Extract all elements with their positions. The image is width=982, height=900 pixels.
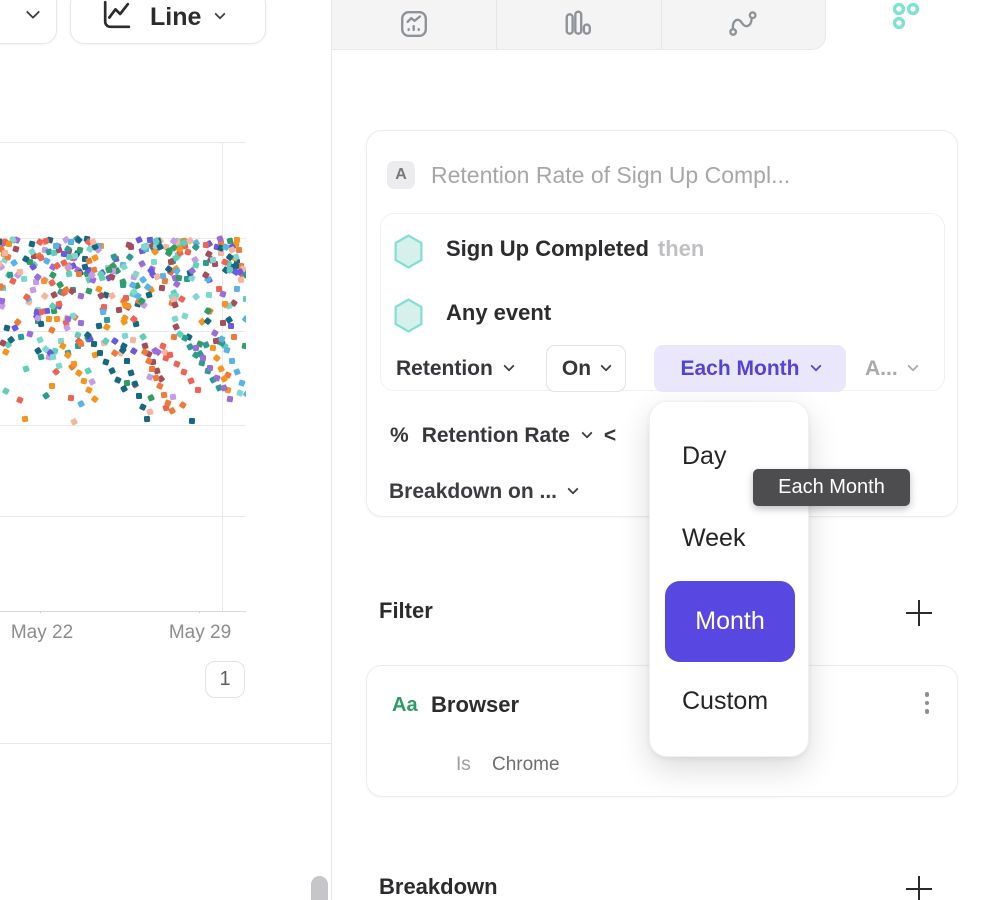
bar-chart-icon — [563, 9, 593, 39]
tab-insights-chart[interactable] — [399, 9, 429, 39]
filter-property-name: Browser — [431, 692, 519, 718]
filter-menu-button[interactable] — [921, 692, 933, 714]
query-builder-panel: A Retention Rate of Sign Up Compl... Sig… — [331, 0, 982, 900]
series-badge: A — [387, 161, 415, 189]
period-label: Each Month — [681, 357, 800, 381]
on-label: On — [562, 357, 591, 381]
retention-label: Retention — [396, 357, 493, 381]
event-name: Any event — [446, 300, 551, 325]
pagination-badge[interactable]: 1 — [205, 661, 245, 698]
filter-section-heading: Filter — [379, 598, 433, 624]
truncated-label: A... — [865, 357, 898, 381]
filter-value[interactable]: Chrome — [492, 754, 560, 776]
breakdown-on-dropdown[interactable]: Breakdown on ... — [389, 475, 577, 509]
menu-item-week[interactable]: Week — [682, 524, 745, 553]
retention-dropdown[interactable]: Retention — [396, 345, 513, 392]
period-tooltip: Each Month — [753, 469, 910, 506]
text-property-icon: Aa — [392, 694, 418, 717]
tab-scatter-chart-active[interactable] — [889, 2, 923, 36]
tab-bar-chart[interactable] — [563, 9, 593, 39]
flow-chart-icon — [728, 9, 758, 39]
tab-divider — [661, 0, 662, 49]
menu-item-custom[interactable]: Custom — [682, 687, 768, 716]
breakdown-on-label: Breakdown on ... — [389, 480, 557, 504]
breakdown-section-heading: Breakdown — [379, 874, 498, 900]
panel-divider — [0, 743, 331, 744]
query-title[interactable]: Retention Rate of Sign Up Compl... — [431, 162, 790, 189]
insights-chart-icon — [399, 9, 429, 39]
chevron-down-icon — [581, 427, 592, 438]
chevron-down-icon — [600, 360, 611, 371]
event-step-1[interactable]: Sign Up Completed then — [446, 236, 704, 262]
event-step-2[interactable]: Any event — [446, 300, 560, 326]
analytics-app-window: Line May 22 May 29 1 — [0, 0, 982, 900]
menu-item-day[interactable]: Day — [682, 442, 726, 471]
view-tab-bar — [332, 0, 826, 50]
hexagon-event-icon — [393, 298, 424, 333]
hexagon-event-icon — [393, 234, 424, 269]
chart-panel: Line May 22 May 29 1 — [0, 0, 331, 900]
add-filter-button[interactable] — [906, 600, 932, 626]
tab-divider — [496, 0, 497, 49]
tab-flow-chart[interactable] — [728, 9, 758, 39]
percent-icon: % — [390, 424, 409, 448]
measure-trailing-text: < — [604, 424, 616, 448]
add-breakdown-button[interactable] — [906, 876, 932, 900]
measure-dropdown[interactable]: % Retention Rate < — [390, 419, 616, 453]
scatter-chart-icon — [889, 2, 923, 36]
retention-scatter-chart — [0, 0, 246, 613]
on-dropdown[interactable]: On — [546, 345, 626, 392]
period-dropdown-button[interactable]: Each Month — [654, 345, 846, 392]
measure-label: Retention Rate — [422, 424, 570, 448]
filter-operator[interactable]: Is — [456, 754, 471, 776]
event-name: Sign Up Completed — [446, 236, 649, 261]
chevron-down-icon — [810, 360, 821, 371]
x-axis-label: May 22 — [11, 622, 73, 644]
scrollbar-thumb[interactable] — [311, 876, 328, 900]
event-connector: then — [658, 236, 704, 261]
chevron-down-icon — [503, 360, 514, 371]
period-dropdown-menu: Day Week Month Custom — [649, 401, 809, 757]
chevron-down-icon — [567, 483, 578, 494]
menu-item-month-selected[interactable]: Month — [665, 581, 795, 662]
truncated-dropdown[interactable]: A... — [865, 345, 917, 392]
x-axis-label: May 29 — [169, 622, 231, 644]
chevron-down-icon — [907, 360, 918, 371]
event-steps-card: Sign Up Completed then Any event Retentio… — [380, 213, 945, 391]
